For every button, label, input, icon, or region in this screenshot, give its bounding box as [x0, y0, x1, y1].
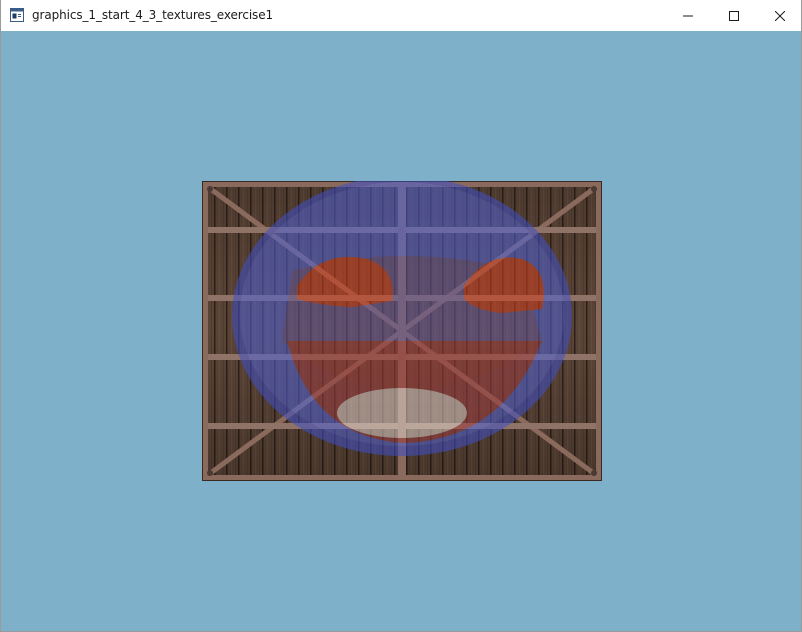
minimize-button[interactable]: [665, 0, 711, 31]
maximize-button[interactable]: [711, 0, 757, 31]
textured-quad: [202, 181, 602, 481]
render-viewport[interactable]: [1, 31, 801, 631]
minimize-icon: [683, 15, 693, 16]
close-icon: [775, 10, 785, 21]
maximize-icon: [729, 10, 739, 21]
awesomeface-overlay: [232, 181, 572, 456]
console-window-icon: [10, 8, 24, 22]
title-bar[interactable]: graphics_1_start_4_3_textures_exercise1: [1, 0, 801, 32]
close-button[interactable]: [757, 0, 802, 31]
app-window: graphics_1_start_4_3_textures_exercise1: [0, 0, 802, 632]
window-title: graphics_1_start_4_3_textures_exercise1: [32, 8, 274, 22]
